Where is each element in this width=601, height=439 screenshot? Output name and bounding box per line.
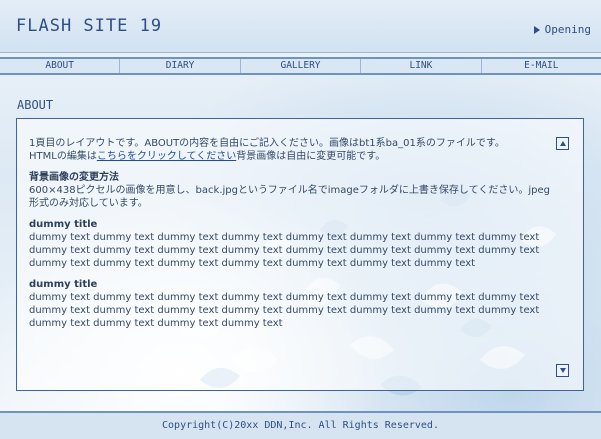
section-title: ABOUT [17, 98, 54, 112]
footer-copyright: Copyright(C)20xx DDN,Inc. All Rights Res… [0, 411, 601, 439]
content-panel: 1頁目のレイアウトです。ABOUTの内容を自由にご記入ください。画像はbt1系b… [16, 118, 584, 391]
nav-link[interactable]: LINK [360, 59, 480, 73]
sub-paragraph: 600×438ピクセルの画像を用意し、back.jpgというファイル名でimag… [29, 185, 550, 209]
scroll-up-button[interactable] [556, 137, 569, 150]
intro-text-1: 1頁目のレイアウトです。ABOUTの内容を自由にご記入ください。画像はbt1系b… [29, 138, 505, 149]
opening-link[interactable]: Opening [533, 23, 591, 36]
header: FLASH SITE 19 Opening [0, 0, 601, 53]
dummy-text-2: dummy text dummy text dummy text dummy t… [29, 292, 540, 329]
opening-label: Opening [544, 23, 591, 36]
nav-gallery[interactable]: GALLERY [239, 59, 360, 73]
nav-about[interactable]: ABOUT [0, 59, 119, 73]
dummy-title-1: dummy title [29, 219, 98, 230]
dummy-text-1: dummy text dummy text dummy text dummy t… [29, 232, 540, 269]
nav-email[interactable]: E-MAIL [480, 59, 601, 73]
arrow-up-icon [559, 141, 566, 146]
site-title: FLASH SITE 19 [16, 16, 163, 36]
triangle-right-icon [533, 25, 540, 34]
intro-paragraph: 1頁目のレイアウトです。ABOUTの内容を自由にご記入ください。画像はbt1系b… [29, 137, 559, 163]
intro-text-3: 背景画像は自由に変更可能です。 [236, 151, 386, 162]
content-body: 1頁目のレイアウトです。ABOUTの内容を自由にご記入ください。画像はbt1系b… [29, 137, 559, 338]
intro-text-2: HTMLの編集は [29, 151, 97, 162]
scroll-down-button[interactable] [556, 364, 569, 377]
intro-link[interactable]: こちらをクリックしてください [97, 151, 236, 162]
main-nav: ABOUT DIARY GALLERY LINK E-MAIL [0, 57, 601, 75]
dummy-title-2: dummy title [29, 279, 98, 290]
subtitle: 背景画像の変更方法 [29, 172, 119, 183]
arrow-down-icon [559, 368, 566, 373]
nav-diary[interactable]: DIARY [119, 59, 239, 73]
